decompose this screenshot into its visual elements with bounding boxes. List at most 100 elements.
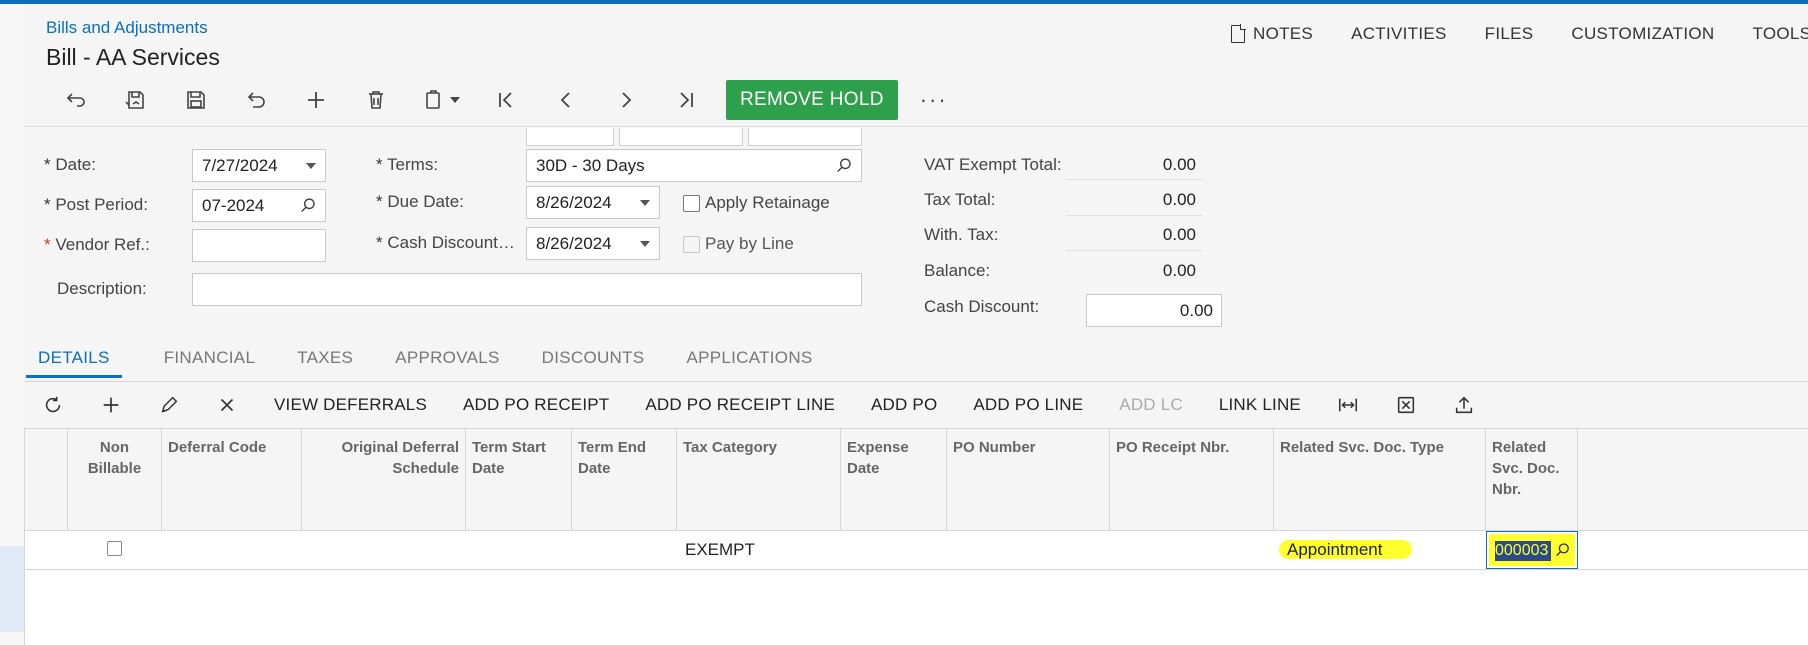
more-actions-icon[interactable]: ··· [920,87,948,113]
left-nav-selected [0,546,24,632]
col-related-svc-doc-nbr[interactable]: Related Svc. Doc. Nbr. [1486,429,1578,530]
add-icon[interactable] [286,80,346,120]
date-field[interactable]: 7/27/2024 [192,149,326,182]
col-original-deferral-schedule[interactable]: Original Deferral Schedule [302,429,466,530]
upload-icon[interactable] [1435,385,1493,425]
col-deferral-code[interactable]: Deferral Code [162,429,302,530]
chevron-down-icon[interactable] [640,200,650,206]
copy-paste-icon[interactable] [406,80,476,120]
edit-icon[interactable] [140,385,198,425]
cash-discount-date-field[interactable]: 8/26/2024 [526,227,660,260]
post-period-label: * Post Period: [44,195,148,214]
refresh-icon[interactable] [24,385,82,425]
last-record-icon[interactable] [656,80,716,120]
col-term-end-date[interactable]: Term End Date [572,429,677,530]
related-svc-doc-nbr-value: 000003 [1495,541,1551,561]
search-icon[interactable] [300,197,317,214]
notes-button[interactable]: NOTES [1231,24,1313,44]
grid-header: Non Billable Deferral Code Original Defe… [25,429,1808,531]
fit-columns-icon[interactable] [1319,385,1377,425]
tools-label: TOOLS [1752,24,1808,43]
post-period-value: 07-2024 [202,196,265,215]
post-period-field[interactable]: 07-2024 [192,189,326,222]
save-icon[interactable] [166,80,226,120]
related-svc-doc-type-cell[interactable]: Appointment [1279,531,1413,569]
col-non-billable[interactable]: Non Billable [68,429,162,530]
grid-toolbar: VIEW DEFERRALS ADD PO RECEIPT ADD PO REC… [24,382,1808,429]
tab-applications[interactable]: APPLICATIONS [686,336,812,378]
vat-exempt-value: 0.00 [1162,155,1196,174]
tab-discounts[interactable]: DISCOUNTS [542,336,645,378]
date-value: 7/27/2024 [202,156,278,175]
due-date-value: 8/26/2024 [536,193,612,212]
divider [1066,215,1202,216]
clipped-field [619,128,743,146]
link-line-button[interactable]: LINK LINE [1219,395,1301,415]
date-label: * Date: [44,155,96,174]
add-po-receipt-line-button[interactable]: ADD PO RECEIPT LINE [645,395,835,415]
col-expense-date[interactable]: Expense Date [841,429,947,530]
col-related-svc-doc-type[interactable]: Related Svc. Doc. Type [1274,429,1486,530]
tab-taxes[interactable]: TAXES [297,336,353,378]
search-icon[interactable] [1555,542,1571,558]
page-title: Bill - AA Services [46,44,220,70]
save-close-icon[interactable] [106,80,166,120]
activities-button[interactable]: ACTIVITIES [1351,24,1447,44]
next-record-icon[interactable] [596,80,656,120]
divider [1066,250,1202,251]
customization-label: CUSTOMIZATION [1571,24,1715,43]
first-record-icon[interactable] [476,80,536,120]
non-billable-checkbox[interactable] [107,541,122,556]
tab-approvals[interactable]: APPROVALS [395,336,499,378]
with-tax-label: With. Tax: [924,225,999,244]
undo-back-icon[interactable] [46,80,106,120]
search-icon[interactable] [836,157,853,174]
previous-record-icon[interactable] [536,80,596,120]
vendor-ref-field[interactable] [192,229,326,262]
due-date-label: * Due Date: [376,192,464,211]
tab-details[interactable]: DETAILS [26,336,122,378]
tax-category-cell[interactable]: EXEMPT [685,531,755,569]
cancel-icon[interactable] [226,80,286,120]
add-row-icon[interactable] [82,385,140,425]
chevron-down-icon[interactable] [640,241,650,247]
related-svc-doc-type-value: Appointment [1279,540,1413,559]
clipped-field [748,128,862,146]
col-term-start-date[interactable]: Term Start Date [466,429,572,530]
customization-button[interactable]: CUSTOMIZATION [1571,24,1714,44]
tax-total-label: Tax Total: [924,190,996,209]
files-label: FILES [1484,24,1534,43]
add-lc-button: ADD LC [1119,395,1183,414]
row-selector-header [25,429,68,530]
delete-icon[interactable] [346,80,406,120]
breadcrumb[interactable]: Bills and Adjustments [46,18,208,38]
tools-button[interactable]: TOOLS [1752,24,1808,44]
add-po-receipt-button[interactable]: ADD PO RECEIPT [463,395,609,415]
related-svc-doc-nbr-editor[interactable]: 000003 [1486,531,1578,569]
tab-financial[interactable]: FINANCIAL [164,336,256,378]
excel-export-icon[interactable] [1377,385,1435,425]
col-po-receipt-nbr[interactable]: PO Receipt Nbr. [1110,429,1274,530]
col-tax-category[interactable]: Tax Category [677,429,841,530]
tab-bar: DETAILS FINANCIAL TAXES APPROVALS DISCOU… [26,336,855,378]
chevron-down-icon[interactable] [306,163,316,169]
due-date-field[interactable]: 8/26/2024 [526,186,660,219]
terms-field[interactable]: 30D - 30 Days [526,149,862,182]
view-deferrals-button[interactable]: VIEW DEFERRALS [274,395,427,415]
balance-value: 0.00 [1162,261,1196,280]
files-button[interactable]: FILES [1485,24,1534,44]
apply-retainage-label: Apply Retainage [705,193,830,212]
terms-label: * Terms: [376,155,439,174]
apply-retainage-checkbox[interactable] [683,195,700,212]
terms-value: 30D - 30 Days [536,156,645,175]
remove-hold-button[interactable]: REMOVE HOLD [726,80,898,120]
clipped-field [526,128,614,146]
col-po-number[interactable]: PO Number [947,429,1110,530]
table-row[interactable]: EXEMPT Appointment 000003 [25,531,1808,570]
cash-discount-label: Cash Discount: [924,297,1040,316]
add-po-button[interactable]: ADD PO [871,395,937,415]
cash-discount-field[interactable]: 0.00 [1086,294,1222,327]
description-field[interactable] [192,273,862,306]
delete-row-icon[interactable] [198,385,256,425]
add-po-line-button[interactable]: ADD PO LINE [973,395,1083,415]
